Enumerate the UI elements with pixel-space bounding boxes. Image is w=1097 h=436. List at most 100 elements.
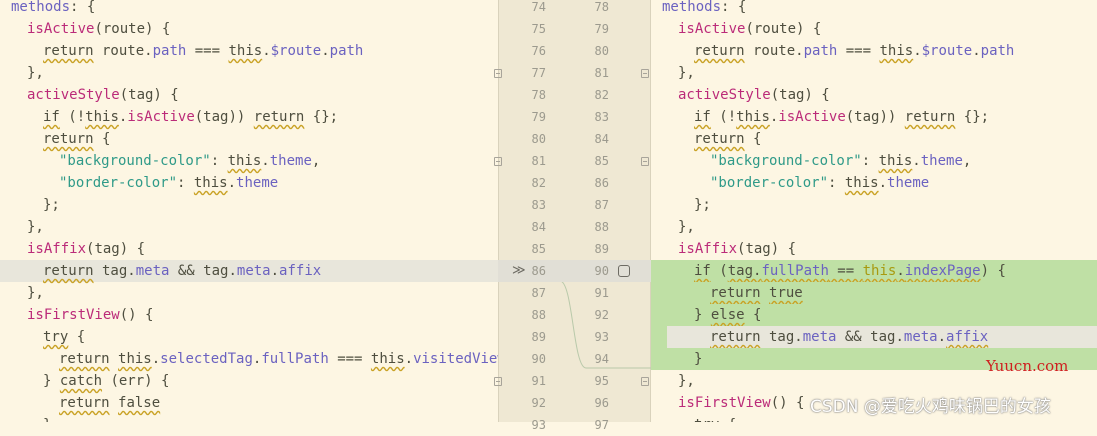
code-token: methods: [662, 0, 722, 15]
left-line-number: 76: [531, 44, 546, 58]
code-line[interactable]: "background-color": this.theme,: [0, 150, 498, 172]
code-token: };: [43, 197, 60, 213]
right-line-number: 96: [594, 396, 609, 410]
code-line[interactable]: activeStyle(tag) {: [0, 84, 498, 106]
left-line-number: 77: [531, 66, 546, 80]
right-line-number: 93: [594, 330, 609, 344]
code-line[interactable]: methods: {: [0, 0, 498, 18]
code-line[interactable]: return this.selectedTag.fullPath === thi…: [0, 348, 498, 370]
code-token: :: [177, 175, 194, 191]
code-text: activeStyle(tag) {: [27, 84, 179, 106]
code-token: this: [862, 263, 897, 279]
code-line[interactable]: return false: [0, 392, 498, 414]
code-line[interactable]: try {: [0, 326, 498, 348]
code-text: isActive(route) {: [678, 18, 821, 40]
code-token: },: [27, 65, 44, 81]
code-token: ===: [328, 351, 371, 367]
code-line[interactable]: },: [651, 216, 1097, 238]
code-token: theme: [887, 175, 930, 191]
code-line[interactable]: isAffix(tag) {: [651, 238, 1097, 260]
code-line[interactable]: activeStyle(tag) {: [651, 84, 1097, 106]
code-line[interactable]: isFirstView() {: [0, 304, 498, 326]
code-line[interactable]: if (!this.isActive(tag)) return {};: [651, 106, 1097, 128]
code-token: ===: [837, 43, 880, 59]
code-line[interactable]: return {: [651, 128, 1097, 150]
code-token: path: [152, 43, 187, 59]
code-token: $route: [270, 43, 322, 59]
fold-marker-icon[interactable]: [641, 157, 649, 166]
code-token: else: [710, 307, 745, 323]
code-line[interactable]: };: [651, 194, 1097, 216]
code-line[interactable]: isActive(route) {: [651, 18, 1097, 40]
code-text: },: [678, 216, 695, 238]
code-line[interactable]: return route.path === this.$route.path: [0, 40, 498, 62]
code-text: "border-color": this.theme: [59, 172, 278, 194]
code-token: }: [694, 307, 711, 323]
fold-marker-icon[interactable]: [494, 69, 502, 78]
code-text: isFirstView() {: [678, 392, 804, 414]
code-token: .: [404, 351, 414, 367]
code-token: return: [694, 43, 745, 59]
code-token: this: [85, 109, 119, 125]
code-token: && tag.: [169, 263, 237, 279]
code-line[interactable]: if (tag.fullPath == this.indexPage) {: [651, 260, 1097, 282]
code-text: try {: [694, 414, 736, 422]
code-line[interactable]: },: [651, 62, 1097, 84]
fold-marker-icon[interactable]: [494, 377, 502, 386]
left-line-number: 89: [531, 330, 546, 344]
code-token: return: [59, 395, 110, 411]
code-line[interactable]: "border-color": this.theme: [0, 172, 498, 194]
code-line[interactable]: methods: {: [651, 0, 1097, 18]
code-line[interactable]: return tag.meta && tag.meta.affix: [0, 260, 498, 282]
code-line[interactable]: "background-color": this.theme,: [651, 150, 1097, 172]
code-token: .: [878, 175, 888, 191]
code-line[interactable]: return tag.meta && tag.meta.affix: [651, 326, 1097, 348]
right-line-number: 78: [594, 0, 609, 14]
right-line-number: 79: [594, 22, 609, 36]
code-line[interactable]: },: [0, 216, 498, 238]
code-token: ,: [311, 153, 321, 169]
code-line[interactable]: if (!this.isActive(tag)) return {};: [0, 106, 498, 128]
code-line[interactable]: }: [0, 414, 498, 422]
include-change-checkbox[interactable]: [618, 265, 630, 277]
code-line[interactable]: isActive(route) {: [0, 18, 498, 40]
fold-marker-icon[interactable]: [641, 69, 649, 78]
code-token: selectedTag: [160, 351, 253, 367]
code-token: theme: [920, 153, 963, 169]
code-token: this: [844, 175, 879, 191]
code-text: "border-color": this.theme: [710, 172, 929, 194]
code-text: }: [694, 348, 702, 370]
code-line[interactable]: return route.path === this.$route.path: [651, 40, 1097, 62]
fold-marker-icon[interactable]: [641, 377, 649, 386]
code-token: :: [861, 153, 879, 169]
code-line[interactable]: return {: [0, 128, 498, 150]
code-token: return: [43, 131, 94, 147]
code-line[interactable]: } catch (err) {: [0, 370, 498, 392]
code-text: methods: {: [662, 0, 746, 18]
code-token: "background-color": [710, 153, 862, 169]
code-text: return false: [59, 392, 160, 414]
code-token: .: [261, 153, 270, 169]
code-line[interactable]: isAffix(tag) {: [0, 238, 498, 260]
fold-marker-icon[interactable]: [494, 157, 502, 166]
right-line-number: 85: [594, 154, 609, 168]
accept-change-chevron-icon[interactable]: ≫: [512, 260, 526, 282]
code-line[interactable]: return true: [651, 282, 1097, 304]
code-text: if (tag.fullPath == this.indexPage) {: [694, 260, 1006, 282]
code-token: true: [769, 285, 803, 301]
code-token: : {: [721, 0, 747, 15]
code-token: this: [878, 153, 913, 169]
left-line-number: 74: [531, 0, 546, 14]
code-token: meta: [236, 263, 271, 279]
code-token: indexPage: [904, 263, 981, 279]
code-line[interactable]: },: [0, 62, 498, 84]
right-line-number: 97: [594, 418, 609, 432]
code-token: :: [210, 153, 228, 169]
code-line[interactable]: };: [0, 194, 498, 216]
code-line[interactable]: "border-color": this.theme: [651, 172, 1097, 194]
code-text: return {: [43, 128, 110, 150]
code-line[interactable]: },: [0, 282, 498, 304]
left-editor-pane[interactable]: methods: {isActive(route) {return route.…: [0, 0, 498, 422]
code-line[interactable]: } else {: [651, 304, 1097, 326]
code-token: isActive: [127, 109, 195, 125]
